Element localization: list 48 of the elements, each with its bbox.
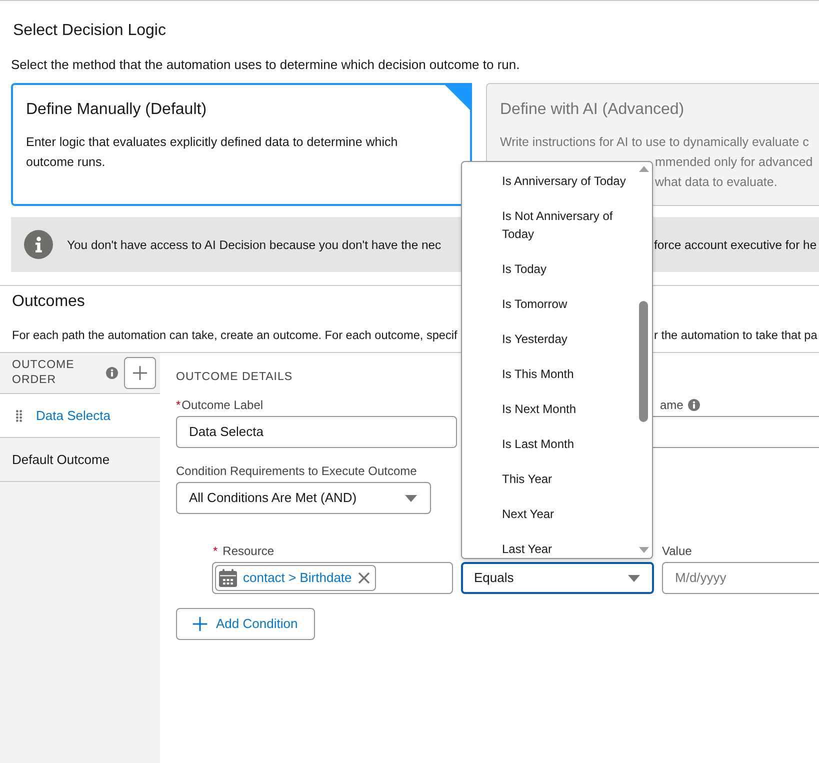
required-mark: * xyxy=(213,543,218,559)
field-label: Value xyxy=(662,543,692,559)
column-heading: OUTCOME ORDER xyxy=(12,358,76,388)
required-mark: * xyxy=(176,397,181,413)
field-label: ame xyxy=(660,397,684,413)
calendar-icon xyxy=(219,569,237,587)
scrollbar-thumb[interactable] xyxy=(639,301,648,422)
section-title: Select Decision Logic xyxy=(13,21,166,41)
add-condition-button[interactable]: Add Condition xyxy=(176,608,315,640)
close-icon[interactable] xyxy=(358,572,370,584)
resource-value: contact > Birthdate xyxy=(243,569,352,587)
notice-text: You don't have access to AI Decision because you don't have the nec xyxy=(67,236,442,254)
scroll-up-icon[interactable] xyxy=(638,166,648,172)
add-button[interactable] xyxy=(124,357,156,389)
operator-select[interactable]: Equals xyxy=(461,562,654,594)
caret-down-icon xyxy=(628,574,640,582)
corner-triangle-icon xyxy=(443,83,472,112)
option-title: Define Manually (Default) xyxy=(26,100,207,120)
option-description: Write instructions for AI to use to dynamically evaluate c xyxy=(500,134,809,151)
resource-field[interactable]: contact > Birthdate xyxy=(212,562,453,594)
caret-down-icon xyxy=(405,494,417,502)
field-label: Resource xyxy=(222,543,274,559)
option-description: what data to evaluate. xyxy=(655,174,778,191)
option-card[interactable]: Define Manually (Default) Enter logic that evaluates explicitly defined data to determine which outcome runs. xyxy=(11,83,472,206)
info-icon xyxy=(106,367,118,379)
option-title: Define with AI (Advanced) xyxy=(500,100,684,120)
date-input[interactable]: M/d/yyyy xyxy=(662,562,819,594)
info-icon xyxy=(688,399,700,411)
condition-logic-select[interactable]: All Conditions Are Met (AND) xyxy=(176,482,431,514)
section-description: Select the method that the automation uses to determine which decision outcome to run. xyxy=(11,56,520,74)
section-description: r the automation to take that pa xyxy=(654,327,818,343)
info-icon xyxy=(24,230,53,259)
resource-pill[interactable]: contact > Birthdate xyxy=(215,565,376,591)
section-title: Outcomes xyxy=(12,292,85,312)
notice-text: force account executive for he xyxy=(654,236,817,254)
field-label: Outcome Label xyxy=(182,397,264,413)
drag-handle-icon[interactable] xyxy=(16,410,22,422)
field-label: Condition Requirements to Execute Outcome xyxy=(176,463,417,479)
dropdown-option[interactable]: Last Year xyxy=(462,531,635,558)
section-heading: OUTCOME DETAILS xyxy=(176,370,293,385)
plus-icon xyxy=(133,366,147,380)
plus-icon xyxy=(193,617,207,631)
text-input[interactable]: Data Selecta xyxy=(176,416,457,448)
option-description: mmended only for advanced xyxy=(655,154,813,171)
outcome-list-item[interactable]: Data Selecta xyxy=(0,394,160,438)
scroll-down-icon[interactable] xyxy=(638,547,648,553)
option-description: Enter logic that evaluates explicitly defined data to determine which outcome runs. xyxy=(26,134,399,171)
section-description: For each path the automation can take, create an outcome. For each outcome, specif xyxy=(12,327,458,343)
